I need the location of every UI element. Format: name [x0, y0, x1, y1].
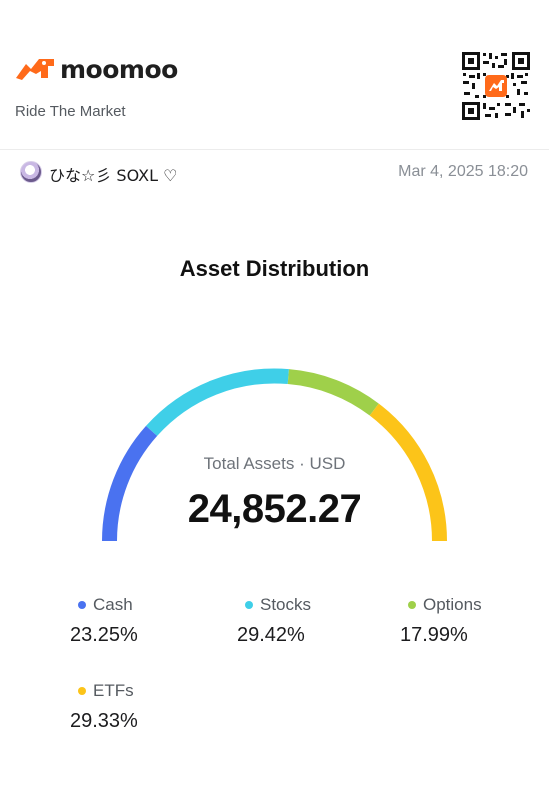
legend-value-stocks: 29.42%	[237, 624, 305, 646]
brand-tagline: Ride The Market	[15, 103, 126, 120]
legend-item-options: Options 17.99%	[400, 595, 549, 647]
legend-item-stocks: Stocks 29.42%	[237, 595, 387, 647]
legend-dot-stocks	[245, 601, 253, 609]
gauge-segment-options	[287, 369, 379, 416]
legend-value-options: 17.99%	[400, 624, 468, 646]
section-title: Asset Distribution	[179, 256, 370, 281]
legend-label-cash: Cash	[93, 595, 133, 614]
username[interactable]: ひな☆彡 SOXL ♡	[49, 162, 177, 186]
gauge-segment-stocks	[146, 368, 289, 436]
legend-label-stocks: Stocks	[260, 595, 312, 614]
post-author-row: ひな☆彡 SOXL ♡ Mar 4, 2025 18:20	[0, 150, 549, 194]
qr-code-icon	[461, 51, 531, 121]
post-timestamp: Mar 4, 2025 18:20	[398, 163, 528, 180]
legend-dot-options	[408, 601, 416, 609]
legend-value-etfs: 29.33%	[70, 710, 138, 732]
share-card-header: moomoo Ride The Market	[0, 0, 549, 150]
legend-value-cash: 23.25%	[70, 624, 138, 646]
total-assets-value: 24,852.27	[187, 487, 362, 531]
total-assets-label: Total Assets · USD	[203, 454, 346, 473]
avatar[interactable]	[20, 161, 42, 183]
legend-label-etfs: ETFs	[93, 681, 134, 700]
brand-name: moomoo	[60, 54, 178, 84]
moomoo-logo: moomoo	[14, 54, 178, 84]
legend-label-options: Options	[423, 595, 482, 614]
legend-item-etfs: ETFs 29.33%	[70, 681, 220, 733]
moomoo-bull-icon	[16, 59, 54, 80]
legend-dot-cash	[78, 601, 86, 609]
legend-dot-etfs	[78, 687, 86, 695]
legend-item-cash: Cash 23.25%	[70, 595, 220, 647]
